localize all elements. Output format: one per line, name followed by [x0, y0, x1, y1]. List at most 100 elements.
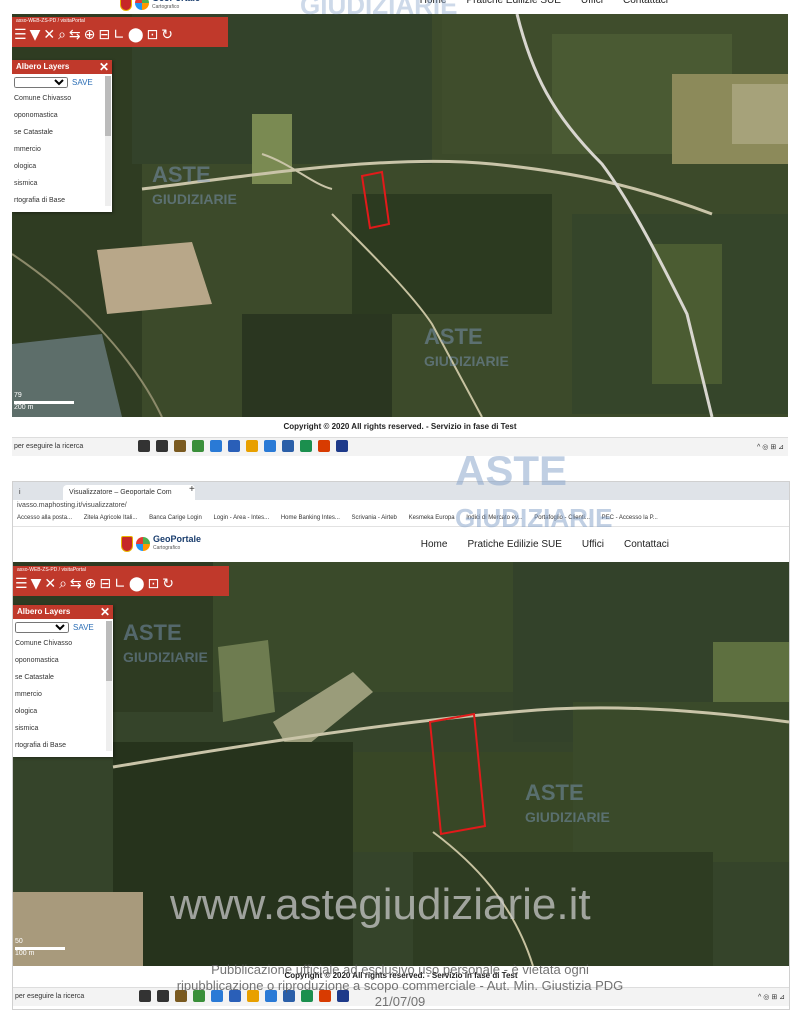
- bookmark-item[interactable]: Home Banking Intes...: [281, 515, 340, 521]
- address-bar[interactable]: ivasso.maphosting.it/visualizzatore/: [13, 500, 789, 512]
- taskbar-app-icon[interactable]: [156, 440, 168, 452]
- taskbar-search[interactable]: per eseguire la ricerca: [15, 993, 84, 1000]
- layer-item[interactable]: rtografia di Base: [15, 737, 113, 754]
- bookmark-item[interactable]: Kesmeka Europa: [409, 515, 455, 521]
- toolbar-label: asso-WEB-ZS-PD / visitaPortal: [17, 567, 86, 573]
- taskbar-app-icon[interactable]: [246, 440, 258, 452]
- nav-uffici[interactable]: Uffici: [581, 0, 603, 6]
- taskbar-search[interactable]: per eseguire la ricerca: [14, 443, 83, 450]
- refresh-icon[interactable]: ↻: [162, 575, 174, 593]
- clear-icon[interactable]: ✕: [44, 575, 56, 593]
- nav-pratiche-edilizie[interactable]: Pratiche Edilizie SUE: [467, 539, 561, 550]
- filter-icon[interactable]: ▼: [30, 26, 41, 44]
- main-nav: Home Pratiche Edilizie SUE Uffici Contat…: [420, 0, 668, 6]
- taskbar-app-icon[interactable]: [318, 440, 330, 452]
- select-icon[interactable]: ⊡: [147, 26, 159, 44]
- zoom-search-icon[interactable]: ⌕: [58, 26, 66, 44]
- logo-text: GeoPortaleCartografico: [152, 0, 200, 10]
- layer-item[interactable]: oponomastica: [14, 107, 112, 124]
- locate-icon[interactable]: ⊕: [85, 575, 97, 593]
- toolbar-label: asso-WEB-ZS-PD / visitaPortal: [16, 18, 85, 24]
- layer-item[interactable]: Comune Chivasso: [15, 635, 113, 652]
- layer-preset-select[interactable]: [14, 76, 68, 88]
- filter-icon[interactable]: ▼: [31, 575, 42, 593]
- layer-item[interactable]: mmercio: [14, 141, 112, 158]
- bookmark-item[interactable]: PEC - Accesso la P...: [602, 515, 658, 521]
- map-view[interactable]: ASTE GIUDIZIARIE ASTE GIUDIZIARIE 79 200 m: [12, 14, 788, 417]
- nav-contattaci[interactable]: Contattaci: [624, 539, 669, 550]
- close-icon[interactable]: ✕: [99, 60, 109, 74]
- point-icon[interactable]: ⬤: [128, 26, 144, 44]
- bookmark-item[interactable]: Zitela Agricole Itali...: [84, 515, 138, 521]
- close-icon[interactable]: ✕: [100, 605, 110, 619]
- taskbar-app-icon[interactable]: [228, 440, 240, 452]
- layer-panel-title: Albero Layers: [16, 62, 70, 71]
- bookmark-item[interactable]: Scrivania - Airteb: [352, 515, 397, 521]
- print-icon[interactable]: ⊟: [99, 575, 111, 593]
- nav-pratiche-edilizie[interactable]: Pratiche Edilizie SUE: [466, 0, 560, 6]
- site-logo[interactable]: GeoPortaleCartografico: [121, 535, 201, 553]
- coat-of-arms-icon: [120, 0, 132, 11]
- print-icon[interactable]: ⊟: [98, 26, 110, 44]
- layer-scrollbar[interactable]: [105, 76, 111, 206]
- layer-item[interactable]: se Catastale: [14, 124, 112, 141]
- swap-icon[interactable]: ⇆: [69, 26, 81, 44]
- taskbar-app-icon[interactable]: [300, 440, 312, 452]
- clear-icon[interactable]: ✕: [43, 26, 55, 44]
- browser-tab-active[interactable]: Visualizzatore – Geoportale Com: [63, 485, 195, 500]
- menu-icon[interactable]: ☰: [15, 575, 28, 593]
- layer-item[interactable]: mmercio: [15, 686, 113, 703]
- layer-tree-panel: Albero Layers ✕ SAVE Comune Chivasso opo…: [13, 605, 113, 757]
- taskbar-app-icon[interactable]: [282, 440, 294, 452]
- browser-tab[interactable]: i: [13, 485, 69, 500]
- bookmark-item[interactable]: Indici di Mercato ev...: [466, 515, 522, 521]
- nav-uffici[interactable]: Uffici: [582, 539, 604, 550]
- nav-home[interactable]: Home: [420, 0, 447, 6]
- save-button[interactable]: SAVE: [73, 623, 94, 632]
- system-tray[interactable]: ^ ◎ ⊞ ⊿: [758, 993, 785, 1001]
- windows-taskbar: per eseguire la ricerca ^ ◎ ⊞ ⊿: [12, 437, 788, 456]
- layer-item[interactable]: ologica: [14, 158, 112, 175]
- measure-icon[interactable]: ∟: [113, 26, 125, 44]
- layer-preset-select[interactable]: [15, 621, 69, 633]
- bookmark-item[interactable]: Banca Carige Login: [149, 515, 202, 521]
- taskbar-app-icon[interactable]: [264, 440, 276, 452]
- bookmark-item[interactable]: Login - Area - Intes...: [213, 515, 269, 521]
- taskbar-app-icon[interactable]: [210, 440, 222, 452]
- taskbar-app-icon[interactable]: [138, 440, 150, 452]
- layer-item[interactable]: sismica: [15, 720, 113, 737]
- layer-panel-header: Albero Layers ✕: [13, 605, 113, 619]
- zoom-search-icon[interactable]: ⌕: [59, 575, 67, 593]
- browser-tab-bar: i Visualizzatore – Geoportale Com +: [13, 482, 789, 500]
- nav-contattaci[interactable]: Contattaci: [623, 0, 668, 6]
- point-icon[interactable]: ⬤: [129, 575, 145, 593]
- layer-scrollbar[interactable]: [106, 621, 112, 751]
- bookmark-item[interactable]: Portafoglio - Clienti...: [534, 515, 590, 521]
- layer-item[interactable]: se Catastale: [15, 669, 113, 686]
- scale-bar: 50 100 m: [15, 938, 65, 957]
- map-toolbar: asso-WEB-ZS-PD / visitaPortal ☰ ▼ ✕ ⌕ ⇆ …: [13, 566, 229, 596]
- swap-icon[interactable]: ⇆: [70, 575, 82, 593]
- layer-item[interactable]: ologica: [15, 703, 113, 720]
- nav-home[interactable]: Home: [421, 539, 448, 550]
- save-button[interactable]: SAVE: [72, 78, 93, 87]
- layer-item[interactable]: sismica: [14, 175, 112, 192]
- layer-item[interactable]: oponomastica: [15, 652, 113, 669]
- layer-tree-panel: Albero Layers ✕ SAVE Comune Chivasso opo…: [12, 60, 112, 212]
- system-tray[interactable]: ^ ◎ ⊞ ⊿: [757, 443, 784, 451]
- taskbar-app-icon[interactable]: [336, 440, 348, 452]
- taskbar-icons: [138, 440, 348, 452]
- layer-item[interactable]: Comune Chivasso: [14, 90, 112, 107]
- locate-icon[interactable]: ⊕: [84, 26, 96, 44]
- layer-panel-title: Albero Layers: [17, 607, 71, 616]
- layer-item[interactable]: rtografia di Base: [14, 192, 112, 209]
- select-icon[interactable]: ⊡: [148, 575, 160, 593]
- taskbar-app-icon[interactable]: [174, 440, 186, 452]
- refresh-icon[interactable]: ↻: [161, 26, 173, 44]
- new-tab-icon[interactable]: +: [189, 484, 195, 495]
- measure-icon[interactable]: ∟: [114, 575, 126, 593]
- bookmark-item[interactable]: Accesso alla posta...: [17, 515, 72, 521]
- menu-icon[interactable]: ☰: [14, 26, 27, 44]
- taskbar-app-icon[interactable]: [192, 440, 204, 452]
- site-logo[interactable]: GeoPortaleCartografico: [120, 0, 200, 12]
